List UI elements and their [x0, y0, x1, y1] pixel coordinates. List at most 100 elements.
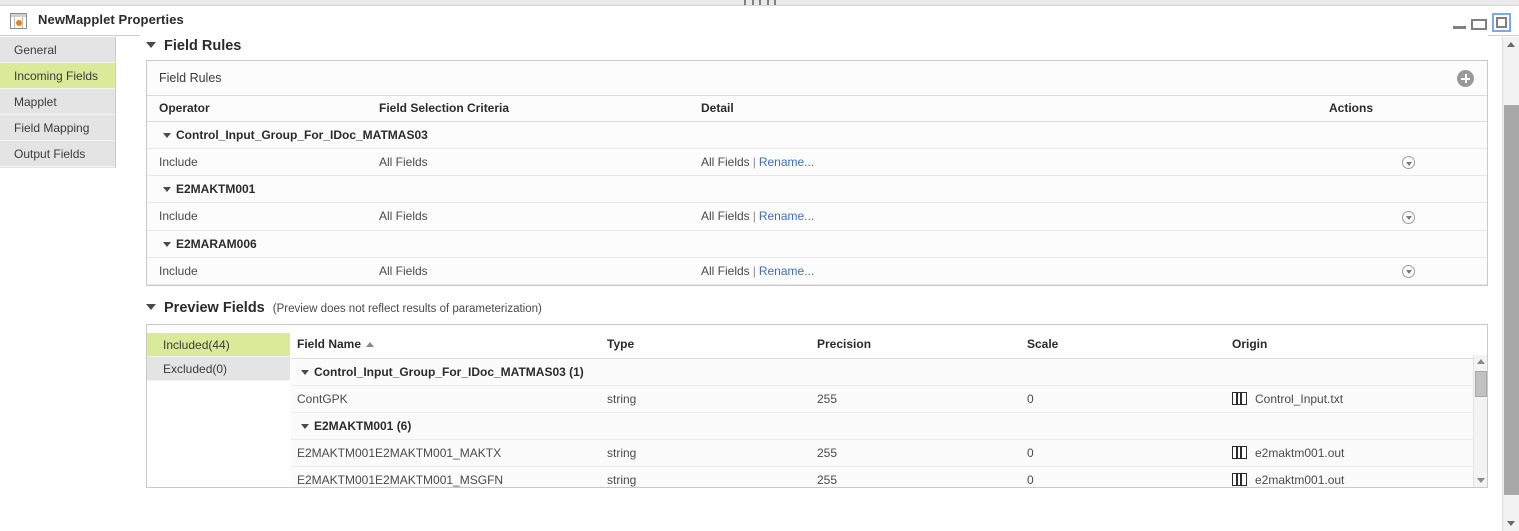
scrollbar-thumb[interactable] [1475, 370, 1487, 397]
page-scrollbar[interactable] [1502, 37, 1519, 531]
table-row[interactable]: ContGPK string 255 0 Control_Input.txt [291, 385, 1485, 413]
table-row[interactable]: E2MAKTM001E2MAKTM001_MAKTX string 255 0 … [291, 439, 1485, 467]
rename-link[interactable]: Rename... [759, 209, 814, 223]
cell-type: string [601, 385, 811, 413]
preview-fields-grid-wrapper: Field Name Type Precision Scale Origin C… [291, 325, 1487, 487]
tab-label: Included(44) [163, 337, 230, 352]
restore-button[interactable] [1471, 18, 1487, 30]
column-header-operator[interactable]: Operator [147, 95, 367, 122]
column-header-field-name[interactable]: Field Name [291, 332, 601, 359]
sidebar-item-label: Output Fields [14, 147, 86, 161]
column-header-origin[interactable]: Origin [1226, 332, 1485, 359]
field-rules-section-header: Field Rules [140, 30, 1488, 60]
cell-field-name: E2MAKTM001E2MAKTM001_MSGFN [291, 466, 601, 487]
row-actions-chevron-down-icon[interactable] [1401, 210, 1415, 224]
field-rules-group-row[interactable]: E2MARAM006 [147, 230, 1487, 258]
preview-group-row[interactable]: E2MAKTM001 (6) [291, 412, 1485, 440]
preview-table-scrollbar[interactable] [1473, 354, 1487, 487]
cell-origin: e2maktm001.out [1226, 439, 1485, 467]
row-actions-chevron-down-icon[interactable] [1401, 264, 1415, 278]
properties-sidebar: General Incoming Fields Mapplet Field Ma… [0, 37, 116, 168]
collapse-field-rules-icon[interactable] [146, 42, 156, 48]
row-actions-chevron-down-icon[interactable] [1401, 156, 1415, 170]
collapse-group-icon[interactable] [301, 369, 309, 375]
collapse-preview-fields-icon[interactable] [146, 303, 156, 310]
preview-group-row[interactable]: Control_Input_Group_For_IDoc_MATMAS03 (1… [291, 358, 1485, 386]
origin-label: Control_Input.txt [1255, 391, 1344, 406]
tab-label: Excluded(0) [163, 361, 228, 376]
cell-criteria: All Fields [367, 202, 689, 231]
group-cell: E2MAKTM001 (6) [291, 412, 1485, 440]
collapse-group-icon[interactable] [163, 241, 171, 247]
scroll-up-icon[interactable] [1507, 42, 1515, 47]
collapse-group-icon[interactable] [301, 423, 309, 429]
group-name: Control_Input_Group_For_IDoc_MATMAS03 (1… [314, 364, 584, 379]
add-field-rule-icon[interactable] [1457, 70, 1474, 87]
sidebar-item-incoming-fields[interactable]: Incoming Fields [0, 63, 115, 89]
field-rules-panel: Field Rules Operator Field Selection Cri… [146, 60, 1488, 286]
rename-link[interactable]: Rename... [759, 155, 814, 169]
rename-link[interactable]: Rename... [759, 264, 814, 278]
minimize-button[interactable] [1453, 26, 1466, 29]
scroll-up-icon[interactable] [1477, 358, 1485, 364]
table-row[interactable]: Include All Fields All Fields | Rename... [147, 202, 1487, 231]
tab-excluded[interactable]: Excluded(0) [147, 356, 290, 381]
table-file-icon [1232, 446, 1247, 460]
column-header-actions[interactable]: Actions [1329, 95, 1487, 122]
table-row[interactable]: Include All Fields All Fields | Rename... [147, 257, 1487, 285]
cell-detail: All Fields | Rename... [689, 202, 1329, 231]
sidebar-item-label: Field Mapping [14, 121, 90, 135]
cell-type: string [601, 466, 811, 487]
mapplet-icon [10, 13, 27, 29]
collapse-group-icon[interactable] [163, 133, 171, 138]
column-header-field-selection-criteria[interactable]: Field Selection Criteria [367, 95, 689, 122]
detail-text: All Fields [701, 209, 750, 224]
table-row[interactable]: E2MAKTM001E2MAKTM001_MSGFN string 255 0 … [291, 466, 1485, 487]
preview-fields-note: (Preview does not reflect results of par… [272, 302, 542, 315]
column-header-precision[interactable]: Precision [811, 332, 1021, 359]
maximize-button[interactable] [1492, 13, 1511, 32]
origin-label: e2maktm001.out [1255, 472, 1345, 487]
scroll-down-icon[interactable] [1507, 521, 1515, 526]
cell-detail: All Fields | Rename... [689, 257, 1329, 285]
collapse-group-icon[interactable] [163, 187, 171, 193]
cell-scale: 0 [1021, 385, 1226, 413]
field-rules-table: Operator Field Selection Criteria Detail… [147, 95, 1487, 285]
cell-detail: All Fields | Rename... [689, 148, 1329, 177]
sidebar-item-mapplet[interactable]: Mapplet [0, 89, 115, 115]
scrollbar-thumb[interactable] [1504, 105, 1519, 495]
group-name: E2MARAM006 [176, 236, 257, 251]
column-header-type[interactable]: Type [601, 332, 811, 359]
sidebar-item-field-mapping[interactable]: Field Mapping [0, 115, 115, 141]
cell-origin: Control_Input.txt [1226, 385, 1485, 413]
cell-operator: Include [147, 202, 367, 231]
drag-handle-dots[interactable] [744, 0, 776, 6]
cell-actions [1329, 202, 1487, 231]
detail-text: All Fields [701, 263, 750, 278]
tab-included[interactable]: Included(44) [147, 332, 290, 357]
sidebar-item-general[interactable]: General [0, 37, 115, 63]
field-rules-group-row[interactable]: E2MAKTM001 [147, 175, 1487, 204]
window-drag-strip[interactable] [0, 0, 1519, 6]
origin-label: e2maktm001.out [1255, 445, 1345, 460]
detail-separator: | [752, 263, 756, 278]
detail-separator: | [752, 155, 756, 170]
sidebar-item-output-fields[interactable]: Output Fields [0, 141, 115, 167]
scroll-down-icon[interactable] [1477, 477, 1485, 483]
column-header-scale[interactable]: Scale [1021, 332, 1226, 359]
group-cell: Control_Input_Group_For_IDoc_MATMAS03 [147, 121, 1487, 149]
cell-origin: e2maktm001.out [1226, 466, 1485, 487]
preview-fields-title: Preview Fields [164, 299, 265, 316]
cell-precision: 255 [811, 466, 1021, 487]
table-file-icon [1232, 473, 1247, 487]
field-rules-header-row: Operator Field Selection Criteria Detail… [147, 95, 1487, 122]
group-name: Control_Input_Group_For_IDoc_MATMAS03 [176, 128, 428, 142]
column-header-detail[interactable]: Detail [689, 95, 1329, 122]
detail-separator: | [752, 209, 756, 224]
cell-actions [1329, 148, 1487, 177]
cell-precision: 255 [811, 385, 1021, 413]
cell-field-name: E2MAKTM001E2MAKTM001_MAKTX [291, 439, 601, 467]
mapplet-properties-window: NewMapplet Properties General Incoming F… [0, 0, 1519, 531]
field-rules-group-row[interactable]: Control_Input_Group_For_IDoc_MATMAS03 [147, 121, 1487, 149]
table-row[interactable]: Include All Fields All Fields | Rename... [147, 148, 1487, 177]
